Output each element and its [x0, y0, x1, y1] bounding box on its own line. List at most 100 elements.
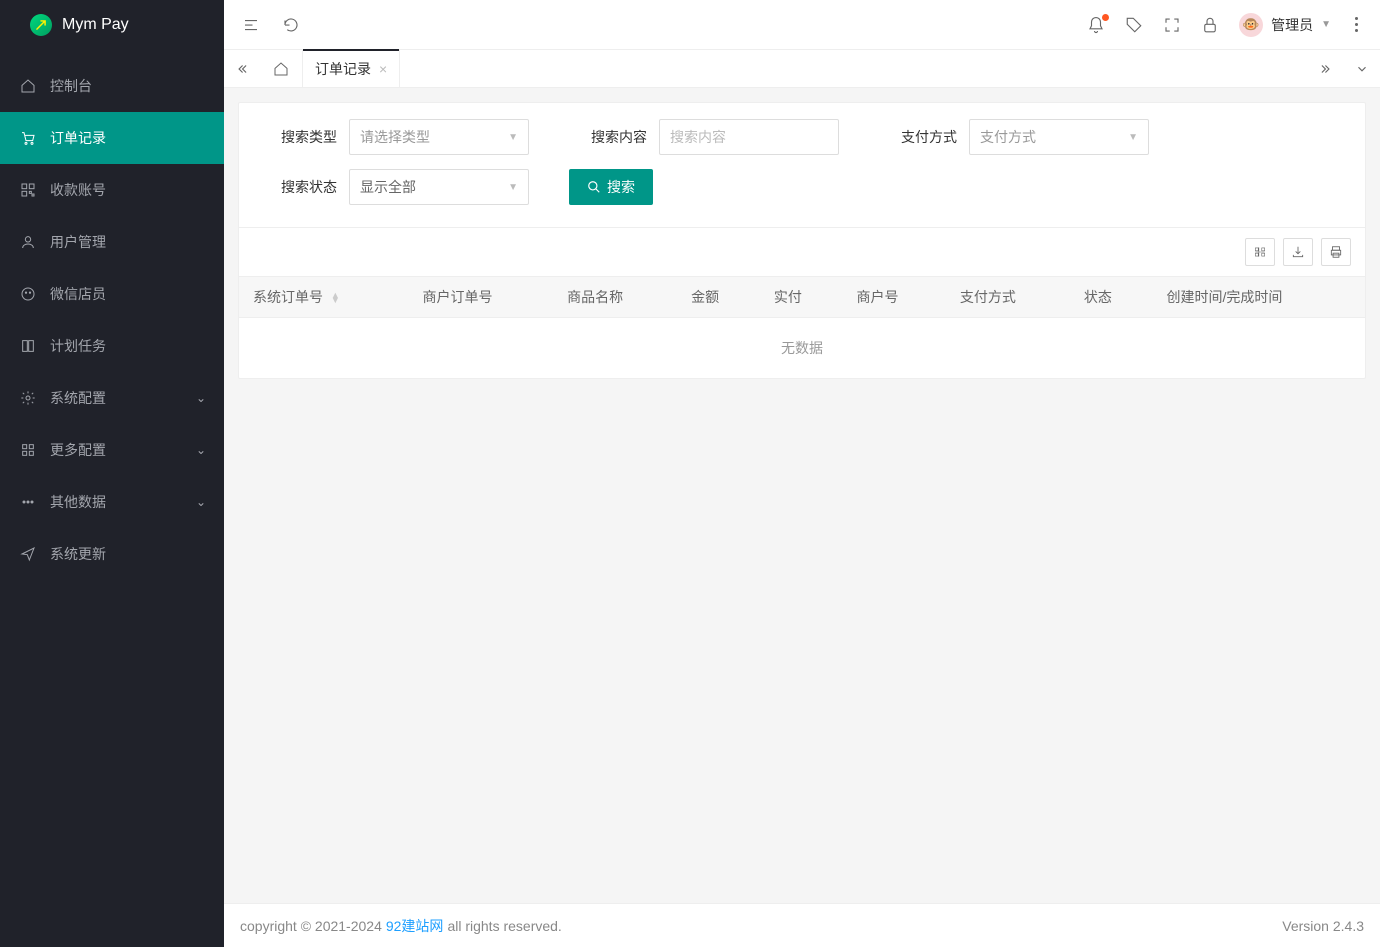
nav-wechat[interactable]: 微信店员 — [0, 268, 224, 320]
copyright-suffix: all rights reserved. — [447, 918, 561, 934]
brand-name: Mym Pay — [62, 16, 129, 34]
col-amount: 金额 — [677, 277, 760, 318]
lock-icon[interactable] — [1201, 16, 1219, 34]
nav-label: 微信店员 — [50, 284, 106, 304]
nav-tasks[interactable]: 计划任务 — [0, 320, 224, 372]
search-panel: 搜索类型 请选择类型 ▼ 搜索内容 — [238, 102, 1366, 379]
export-button[interactable] — [1283, 238, 1313, 266]
copyright-prefix: copyright © 2021-2024 — [240, 918, 382, 934]
col-time: 创建时间/完成时间 — [1153, 277, 1365, 318]
nav: 控制台 订单记录 收款账号 用户管理 微信店员 计划任务 — [0, 50, 224, 947]
select-placeholder: 支付方式 — [980, 127, 1036, 147]
nav-label: 计划任务 — [50, 336, 106, 356]
pay-method-select[interactable]: 支付方式 ▼ — [969, 119, 1149, 155]
nav-label: 系统更新 — [50, 544, 106, 564]
col-merchant-order: 商户订单号 — [409, 277, 554, 318]
col-paid: 实付 — [760, 277, 843, 318]
version: Version 2.4.3 — [1282, 918, 1364, 934]
wechat-icon — [20, 286, 36, 302]
tab-home[interactable] — [260, 50, 302, 87]
content: 搜索类型 请选择类型 ▼ 搜索内容 — [224, 88, 1380, 903]
nav-system-config[interactable]: 系统配置 ⌄ — [0, 372, 224, 424]
chevron-down-icon: ⌄ — [196, 495, 206, 509]
tab-label: 订单记录 — [315, 59, 371, 79]
chevron-down-icon: ⌄ — [196, 443, 206, 457]
nav-label: 更多配置 — [50, 440, 106, 460]
select-placeholder: 请选择类型 — [360, 127, 430, 147]
search-content-input[interactable] — [670, 129, 828, 145]
nav-accounts[interactable]: 收款账号 — [0, 164, 224, 216]
refresh-icon[interactable] — [282, 16, 300, 34]
grid-icon — [20, 442, 36, 458]
header: 🐵 管理员 ▼ — [224, 0, 1380, 50]
search-button[interactable]: 搜索 — [569, 169, 653, 205]
tabs-next-button[interactable] — [1308, 50, 1344, 87]
empty-text: 无数据 — [239, 318, 1365, 379]
gear-icon — [20, 390, 36, 406]
tabs-menu-button[interactable] — [1344, 50, 1380, 87]
user-menu[interactable]: 🐵 管理员 ▼ — [1239, 13, 1331, 37]
col-merchant-no: 商户号 — [843, 277, 946, 318]
nav-dashboard[interactable]: 控制台 — [0, 60, 224, 112]
col-pay-method: 支付方式 — [946, 277, 1070, 318]
dots-icon — [20, 494, 36, 510]
home-icon — [20, 78, 36, 94]
nav-users[interactable]: 用户管理 — [0, 216, 224, 268]
main: 🐵 管理员 ▼ 订单记录 × — [224, 0, 1380, 947]
orders-table: 系统订单号 ▲▼ 商户订单号 商品名称 金额 实付 商户号 支付方式 状态 创建… — [239, 276, 1365, 378]
search-button-label: 搜索 — [607, 177, 635, 197]
footer-link[interactable]: 92建站网 — [386, 916, 444, 936]
nav-other-data[interactable]: 其他数据 ⌄ — [0, 476, 224, 528]
nav-orders[interactable]: 订单记录 — [0, 112, 224, 164]
send-icon — [20, 546, 36, 562]
more-icon[interactable] — [1351, 17, 1362, 32]
search-status-label: 搜索状态 — [259, 177, 349, 197]
col-system-order[interactable]: 系统订单号 ▲▼ — [239, 277, 409, 318]
nav-label: 用户管理 — [50, 232, 106, 252]
notification-icon[interactable] — [1087, 16, 1105, 34]
fullscreen-icon[interactable] — [1163, 16, 1181, 34]
logo[interactable]: Mym Pay — [0, 0, 224, 50]
select-value: 显示全部 — [360, 177, 416, 197]
caret-down-icon: ▼ — [508, 132, 518, 143]
tabs-bar: 订单记录 × — [224, 50, 1380, 88]
empty-row: 无数据 — [239, 318, 1365, 379]
qr-icon — [20, 182, 36, 198]
search-status-select[interactable]: 显示全部 ▼ — [349, 169, 529, 205]
sidebar: Mym Pay 控制台 订单记录 收款账号 用户管理 微信店员 — [0, 0, 224, 947]
tab-orders[interactable]: 订单记录 × — [302, 50, 400, 87]
search-type-label: 搜索类型 — [259, 127, 349, 147]
tab-close-icon[interactable]: × — [379, 61, 387, 77]
footer: copyright © 2021-2024 92建站网 all rights r… — [224, 903, 1380, 947]
nav-label: 其他数据 — [50, 492, 106, 512]
nav-label: 系统配置 — [50, 388, 106, 408]
search-content-input-wrapper — [659, 119, 839, 155]
nav-more-config[interactable]: 更多配置 ⌄ — [0, 424, 224, 476]
sort-icon[interactable]: ▲▼ — [331, 293, 340, 303]
nav-system-update[interactable]: 系统更新 — [0, 528, 224, 580]
cart-icon — [20, 130, 36, 146]
caret-down-icon: ▼ — [508, 182, 518, 193]
nav-label: 订单记录 — [50, 128, 106, 148]
caret-down-icon: ▼ — [1128, 132, 1138, 143]
tabs-prev-button[interactable] — [224, 50, 260, 87]
search-type-select[interactable]: 请选择类型 ▼ — [349, 119, 529, 155]
nav-label: 控制台 — [50, 76, 92, 96]
columns-button[interactable] — [1245, 238, 1275, 266]
user-name: 管理员 — [1271, 15, 1313, 35]
user-icon — [20, 234, 36, 250]
col-product: 商品名称 — [553, 277, 677, 318]
logo-icon — [30, 14, 52, 36]
chevron-down-icon: ⌄ — [196, 391, 206, 405]
avatar: 🐵 — [1239, 13, 1263, 37]
table-toolbar — [239, 227, 1365, 276]
nav-label: 收款账号 — [50, 180, 106, 200]
caret-down-icon: ▼ — [1321, 19, 1331, 30]
col-status: 状态 — [1070, 277, 1153, 318]
book-icon — [20, 338, 36, 354]
menu-toggle-icon[interactable] — [242, 16, 260, 34]
notification-dot — [1102, 14, 1109, 21]
pay-method-label: 支付方式 — [879, 127, 969, 147]
print-button[interactable] — [1321, 238, 1351, 266]
tag-icon[interactable] — [1125, 16, 1143, 34]
